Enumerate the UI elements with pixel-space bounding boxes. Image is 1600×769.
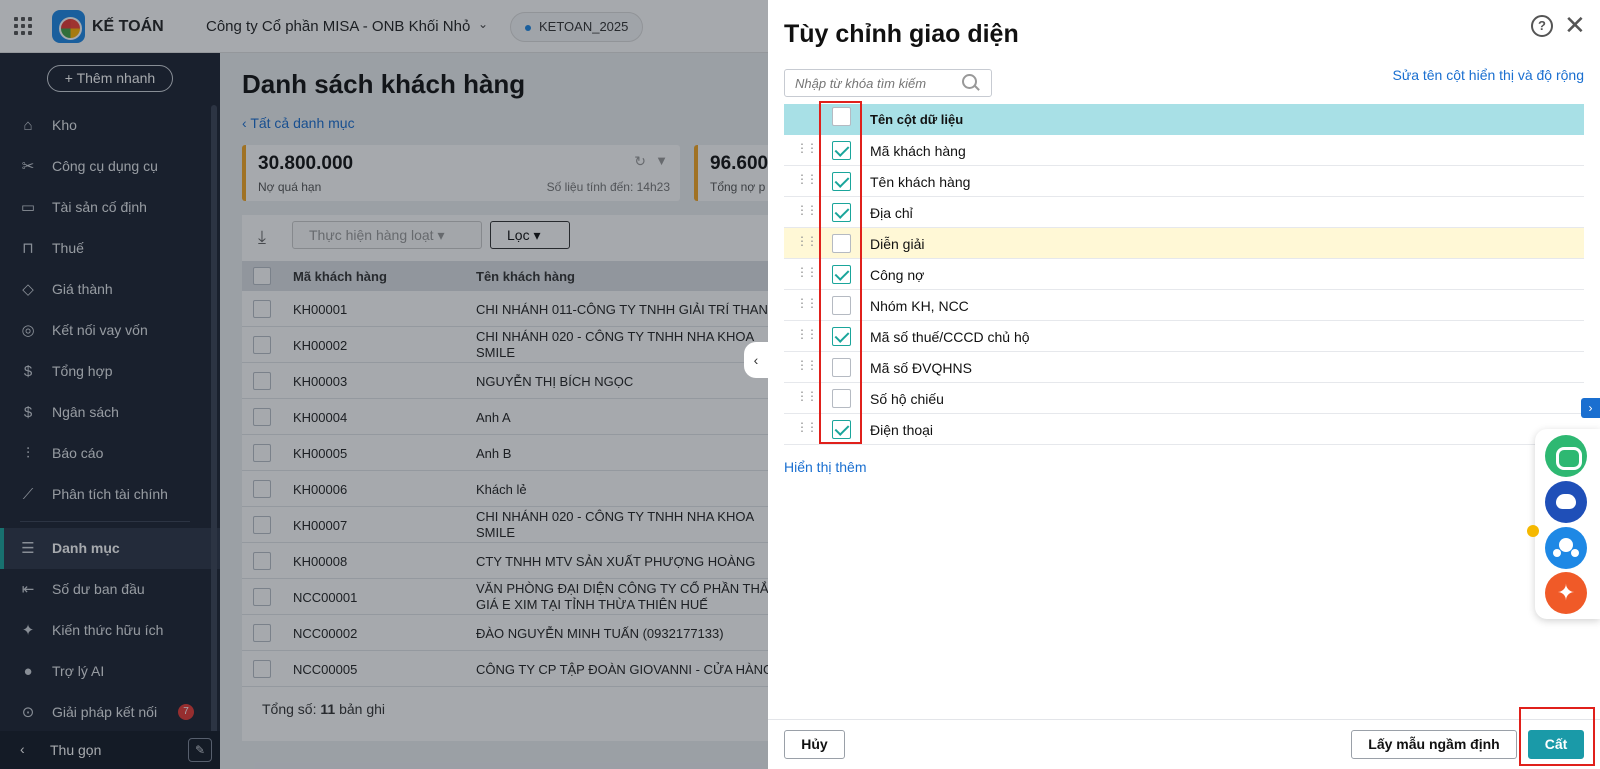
rename-columns-link[interactable]: Sửa tên cột hiển thị và độ rộng [1393,67,1585,83]
expand-widgets-icon[interactable]: › [1581,398,1600,418]
highlight-checkbox-column-box [819,101,862,444]
column-option-label: Địa chỉ [870,205,913,221]
drag-handle-icon[interactable] [796,203,816,219]
cancel-button[interactable]: Hủy [784,730,845,759]
column-option-label: Mã khách hàng [870,143,966,159]
drag-handle-icon[interactable] [796,327,816,343]
drag-handle-icon[interactable] [796,420,816,436]
column-option-row[interactable]: Số hộ chiếu [784,383,1584,414]
panel-title: Tùy chỉnh giao diện [784,20,1019,48]
footer-divider [768,719,1600,720]
column-option-label: Diễn giải [870,236,925,252]
panel-collapse-handle[interactable]: ‹ [744,342,768,378]
column-option-row[interactable]: Diễn giải [784,228,1584,259]
column-list-header-label: Tên cột dữ liệu [870,112,964,127]
help-icon[interactable]: ? [1531,15,1553,37]
drag-handle-icon[interactable] [796,296,816,312]
column-option-row[interactable]: Mã số ĐVQHNS [784,352,1584,383]
drag-handle-icon[interactable] [796,141,816,157]
close-icon[interactable]: ✕ [1564,10,1586,40]
column-option-row[interactable]: Điện thoại [784,414,1584,445]
column-option-row[interactable]: Công nợ [784,259,1584,290]
column-search-input[interactable] [784,69,992,97]
column-option-label: Tên khách hàng [870,174,971,190]
column-option-label: Điện thoại [870,422,934,438]
restore-default-button[interactable]: Lấy mẫu ngầm định [1351,730,1517,759]
column-option-label: Số hộ chiếu [870,391,944,407]
column-option-row[interactable]: Mã số thuế/CCCD chủ hộ [784,321,1584,352]
column-option-label: Nhóm KH, NCC [870,298,969,314]
show-more-link[interactable]: Hiển thị thêm [784,459,866,475]
ai-sparkle-icon[interactable]: ✦ [1545,572,1587,614]
drag-handle-icon[interactable] [796,234,816,250]
column-option-label: Mã số ĐVQHNS [870,360,972,376]
highlight-save-button-box [1519,707,1595,766]
drag-handle-icon[interactable] [796,172,816,188]
column-option-row[interactable]: Mã khách hàng [784,135,1584,166]
drag-handle-icon[interactable] [796,389,816,405]
bot-icon[interactable] [1545,481,1587,523]
customize-panel: Tùy chỉnh giao diện ? ✕ Sửa tên cột hiển… [768,0,1600,769]
modal-overlay [0,0,768,769]
search-icon[interactable] [962,74,977,89]
column-option-row[interactable]: Nhóm KH, NCC [784,290,1584,321]
notification-dot [1527,525,1539,537]
column-option-row[interactable]: Tên khách hàng [784,166,1584,197]
column-list-header: Tên cột dữ liệu [784,104,1584,135]
column-option-row[interactable]: Địa chỉ [784,197,1584,228]
column-option-label: Công nợ [870,267,925,283]
community-icon[interactable] [1545,527,1587,569]
column-option-label: Mã số thuế/CCCD chủ hộ [870,329,1030,345]
drag-handle-icon[interactable] [796,265,816,281]
drag-handle-icon[interactable] [796,358,816,374]
floating-support-bar: ✦ [1527,429,1600,619]
chat-icon[interactable] [1545,435,1587,477]
